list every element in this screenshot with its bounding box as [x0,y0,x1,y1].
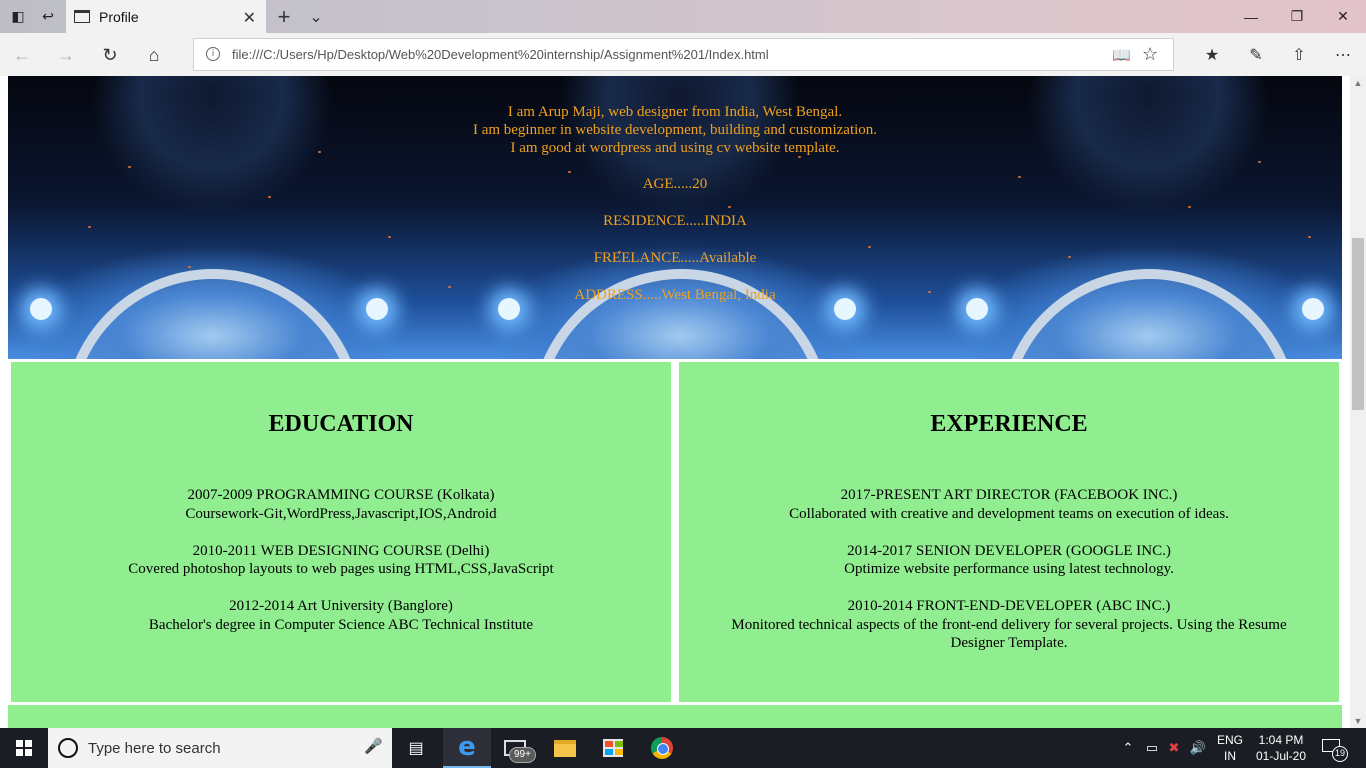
experience-item-desc: Monitored technical aspects of the front… [731,616,1287,652]
file-explorer-icon[interactable] [541,728,589,768]
page-scrollbar[interactable]: ▲ ▼ [1350,76,1366,728]
experience-panel: EXPERIENCE 2017-PRESENT ART DIRECTOR (FA… [679,362,1339,702]
next-section-panel [8,705,1342,728]
experience-item: 2010-2014 FRONT-END-DEVELOPER (ABC INC.)… [679,597,1339,653]
url-text[interactable]: file:///C:/Users/Hp/Desktop/Web%20Develo… [232,47,769,62]
new-tab-button[interactable]: + [272,0,296,33]
tab-groups-icon[interactable]: ◧ [2,0,34,33]
favorite-star-icon[interactable]: ☆ [1142,44,1158,65]
education-item-desc: Covered photoshop layouts to web pages u… [128,561,554,577]
volume-icon[interactable]: 🔊 [1188,728,1208,768]
taskbar-search[interactable]: Type here to search 🎤 [48,728,392,768]
chrome-icon[interactable] [638,728,686,768]
reading-view-icon[interactable]: 📖 [1112,46,1131,64]
scroll-thumb[interactable] [1352,238,1364,410]
minimize-button[interactable]: — [1228,0,1274,33]
start-button[interactable] [0,728,48,768]
page-icon [74,10,90,23]
scroll-up-icon[interactable]: ▲ [1350,76,1366,90]
windows-logo-icon [16,740,32,756]
education-item-title: 2007-2009 PROGRAMMING COURSE (Kolkata) [187,487,495,503]
experience-item-desc: Optimize website performance using lates… [844,561,1174,577]
experience-item-title: 2014-2017 SENION DEVELOPER (GOOGLE INC.) [847,542,1171,559]
navigation-bar: ← → ↻ ⌂ i file:///C:/Users/Hp/Desktop/We… [0,33,1366,76]
experience-heading: EXPERIENCE [930,411,1088,437]
clock-time: 1:04 PM [1258,733,1304,747]
search-placeholder[interactable]: Type here to search [88,740,221,757]
language-code: ENG [1216,733,1243,747]
education-item: 2010-2011 WEB DESIGNING COURSE (Delhi) C… [11,542,671,579]
taskbar: Type here to search 🎤 ▤ e 99+ ⌃ ▭ ✖ 🔊 EN… [0,728,1366,768]
experience-item: 2017-PRESENT ART DIRECTOR (FACEBOOK INC.… [679,486,1339,523]
education-heading: EDUCATION [268,411,414,437]
title-bar: ◧ ↩ Profile ✕ + ⌄ — ❐ ✕ [0,0,1366,33]
residence-text: RESIDENCE.....INDIA [603,213,747,229]
tab-profile[interactable]: Profile ✕ [66,0,266,33]
intro-line: I am good at wordpress and using cv webs… [510,140,840,156]
more-icon[interactable]: ⋯ [1330,42,1356,68]
experience-item: 2014-2017 SENION DEVELOPER (GOOGLE INC.)… [679,542,1339,579]
resume-panels: EDUCATION 2007-2009 PROGRAMMING COURSE (… [8,359,1342,705]
education-item-desc: Bachelor's degree in Computer Science AB… [148,616,534,633]
address-text: ADDRESS.....West Bengal, India [574,287,776,303]
restore-button[interactable]: ❐ [1274,0,1320,33]
back-icon[interactable]: ← [8,41,36,69]
tab-preview-chevron-icon[interactable]: ⌄ [304,0,328,33]
pen-icon[interactable]: ✎ [1243,42,1269,68]
about-me-text: I am Arup Maji, web designer from India,… [8,76,1342,304]
set-tabs-aside-icon[interactable]: ↩ [32,0,64,33]
intro-line: I am Arup Maji, web designer from India,… [507,104,843,120]
store-icon[interactable] [589,728,637,768]
info-icon[interactable]: i [206,47,220,61]
education-panel: EDUCATION 2007-2009 PROGRAMMING COURSE (… [11,362,671,702]
mail-badge: 99+ [509,747,536,763]
experience-item-title: 2010-2014 FRONT-END-DEVELOPER (ABC INC.) [847,598,1171,614]
age-text: AGE.....20 [642,176,708,192]
favorites-icon[interactable]: ★ [1199,42,1225,68]
chevron-up-icon[interactable]: ⌃ [1118,728,1138,768]
share-icon[interactable]: ⇧ [1286,42,1312,68]
notification-icon[interactable]: 19 [1320,736,1348,762]
education-item-title: 2012-2014 Art University (Banglore) [229,598,453,614]
home-icon[interactable]: ⌂ [140,41,168,69]
address-bar[interactable]: i file:///C:/Users/Hp/Desktop/Web%20Deve… [193,38,1174,71]
clock-date: 01-Jul-20 [1255,749,1307,763]
intro-line: I am beginner in website development, bu… [472,122,878,138]
edge-icon[interactable]: e [443,728,491,768]
close-window-button[interactable]: ✕ [1320,0,1366,33]
microphone-icon[interactable]: 🎤 [364,737,383,755]
refresh-icon[interactable]: ↻ [96,41,124,69]
experience-item-title: 2017-PRESENT ART DIRECTOR (FACEBOOK INC.… [840,487,1178,503]
scroll-down-icon[interactable]: ▼ [1350,714,1366,728]
experience-item-desc: Collaborated with creative and developme… [789,505,1229,522]
education-item: 2012-2014 Art University (Banglore) Bach… [11,597,671,634]
battery-icon[interactable]: ▭ [1142,728,1162,768]
cortana-icon[interactable] [58,738,78,758]
language-indicator[interactable]: ENG IN [1214,732,1246,764]
forward-icon[interactable]: → [52,41,80,69]
network-icon[interactable]: ✖ [1164,728,1184,768]
education-item-desc: Coursework-Git,WordPress,Javascript,IOS,… [185,505,497,522]
education-item-title: 2010-2011 WEB DESIGNING COURSE (Delhi) [192,542,490,559]
freelance-text: FREELANCE.....Available [593,250,757,266]
task-view-icon[interactable]: ▤ [392,728,440,768]
tab-title: Profile [99,8,139,25]
page-viewport: I am Arup Maji, web designer from India,… [0,76,1350,728]
notification-count: 19 [1332,746,1348,762]
region-code: IN [1224,749,1236,763]
close-tab-icon[interactable]: ✕ [243,8,256,28]
education-item: 2007-2009 PROGRAMMING COURSE (Kolkata) C… [11,486,671,523]
clock[interactable]: 1:04 PM 01-Jul-20 [1252,732,1310,764]
